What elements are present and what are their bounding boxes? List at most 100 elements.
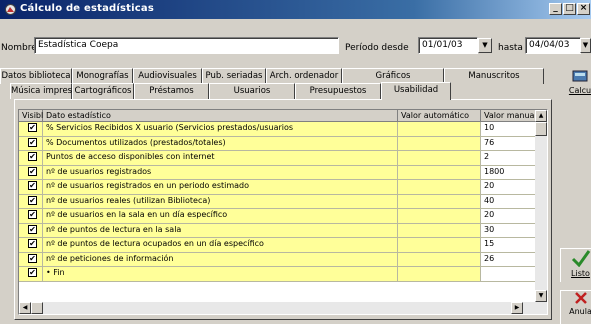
scroll-down-button[interactable]: ▼: [535, 290, 547, 302]
tab-monografias[interactable]: Monografías: [72, 68, 133, 84]
horizontal-scrollbar[interactable]: ◀ ▶: [19, 302, 537, 314]
visible-cell[interactable]: ✔: [19, 252, 43, 267]
close-button[interactable]: ×: [577, 3, 590, 15]
maximize-button[interactable]: □: [563, 3, 576, 15]
tab-presupuestos[interactable]: Presupuestos: [295, 83, 381, 99]
visible-checkbox[interactable]: ✔: [28, 152, 37, 161]
visible-cell[interactable]: ✔: [19, 165, 43, 180]
anular-button[interactable]: Anula: [560, 290, 591, 324]
tab-manuscritos[interactable]: Manuscritos: [444, 68, 544, 84]
dato-cell[interactable]: % Servicios Recibidos X usuario (Servici…: [43, 122, 398, 137]
dato-cell[interactable]: % Documentos utilizados (prestados/total…: [43, 136, 398, 151]
column-header-visible[interactable]: Visible: [19, 110, 48, 122]
visible-cell[interactable]: ✔: [19, 223, 43, 238]
valor-automatico-cell[interactable]: [398, 238, 481, 253]
dato-cell[interactable]: • Fin: [43, 267, 398, 282]
visible-cell[interactable]: ✔: [19, 136, 43, 151]
vertical-scrollbar[interactable]: ▲ ▼: [535, 110, 547, 314]
visible-checkbox[interactable]: ✔: [28, 181, 37, 190]
visible-cell[interactable]: ✔: [19, 180, 43, 195]
visible-cell[interactable]: ✔: [19, 209, 43, 224]
tab-audiovisuales[interactable]: Audiovisuales: [133, 68, 202, 84]
table-row[interactable]: ✔ • Fin: [19, 267, 537, 282]
valor-manual-cell[interactable]: 26: [481, 252, 537, 267]
valor-automatico-cell[interactable]: [398, 252, 481, 267]
visible-cell[interactable]: ✔: [19, 238, 43, 253]
desde-date-field[interactable]: 01/01/03: [418, 37, 478, 54]
tab-musica-impresa[interactable]: Música impresa: [10, 83, 77, 99]
dato-cell[interactable]: nº de usuarios en la sala en un día espe…: [43, 209, 398, 224]
valor-manual-cell[interactable]: 10: [481, 122, 537, 137]
valor-automatico-cell[interactable]: [398, 136, 481, 151]
tab-prestamos[interactable]: Préstamos: [134, 83, 209, 99]
valor-manual-cell[interactable]: 76: [481, 136, 537, 151]
desde-dropdown-button[interactable]: ▼: [478, 38, 492, 53]
table-row[interactable]: ✔ nº de usuarios registrados en un period…: [19, 180, 537, 195]
minimize-button[interactable]: _: [549, 3, 562, 15]
scroll-left-button[interactable]: ◀: [19, 302, 31, 314]
hscroll-thumb[interactable]: [31, 302, 43, 314]
visible-checkbox[interactable]: ✔: [28, 166, 37, 176]
valor-manual-cell[interactable]: 2: [481, 151, 537, 166]
valor-manual-cell[interactable]: 30: [481, 223, 537, 238]
dato-cell[interactable]: Puntos de acceso disponibles con interne…: [43, 151, 398, 166]
scroll-up-button[interactable]: ▲: [535, 110, 547, 122]
visible-checkbox[interactable]: ✔: [28, 239, 37, 248]
visible-cell[interactable]: ✔: [19, 267, 43, 282]
table-row[interactable]: ✔ nº de puntos de lectura en la sala 30: [19, 223, 537, 238]
column-header-valor-manual[interactable]: Valor manual: [481, 110, 537, 122]
visible-checkbox[interactable]: ✔: [28, 210, 37, 219]
tab-arch-ordenador[interactable]: Arch. ordenador: [266, 68, 342, 84]
table-row[interactable]: ✔ nº de usuarios reales (utilizan Bibliot…: [19, 194, 537, 209]
visible-cell[interactable]: ✔: [19, 194, 43, 209]
table-row[interactable]: ✔ Puntos de acceso disponibles con intern…: [19, 151, 537, 166]
scroll-thumb[interactable]: [535, 122, 547, 136]
tab-usuarios[interactable]: Usuarios: [209, 83, 295, 99]
dato-cell[interactable]: nº de usuarios reales (utilizan Bibliote…: [43, 194, 398, 209]
dato-cell[interactable]: nº de usuarios registrados en un periodo…: [43, 180, 398, 195]
dato-cell[interactable]: nº de puntos de lectura ocupados en un d…: [43, 238, 398, 253]
table-row[interactable]: ✔ nº de peticiones de información 26: [19, 252, 537, 267]
valor-automatico-cell[interactable]: [398, 267, 481, 282]
nombre-input[interactable]: Estadística Coepa: [34, 37, 339, 54]
column-header-dato[interactable]: Dato estadístico: [43, 110, 398, 122]
valor-manual-cell[interactable]: 1800: [481, 165, 537, 180]
hasta-date-field[interactable]: 04/04/03: [525, 37, 581, 54]
valor-automatico-cell[interactable]: [398, 151, 481, 166]
valor-automatico-cell[interactable]: [398, 180, 481, 195]
table-row[interactable]: ✔ % Documentos utilizados (prestados/tota…: [19, 136, 537, 151]
visible-checkbox[interactable]: ✔: [28, 123, 37, 132]
valor-manual-cell[interactable]: 20: [481, 209, 537, 224]
dato-cell[interactable]: nº de puntos de lectura en la sala: [43, 223, 398, 238]
dato-cell[interactable]: nº de usuarios registrados: [43, 165, 398, 180]
tab-usabilidad[interactable]: Usabilidad: [381, 82, 451, 100]
valor-manual-cell[interactable]: 20: [481, 180, 537, 195]
tab-datos-biblioteca[interactable]: Datos biblioteca: [0, 68, 72, 84]
tab-cartograficos[interactable]: Cartográficos: [72, 83, 134, 99]
table-row[interactable]: ✔ nº de puntos de lectura ocupados en un …: [19, 238, 537, 253]
tab-pub-seriadas[interactable]: Pub. seriadas: [202, 68, 266, 84]
valor-automatico-cell[interactable]: [398, 165, 481, 180]
valor-manual-cell[interactable]: 40: [481, 194, 537, 209]
valor-manual-cell[interactable]: [481, 267, 537, 282]
visible-checkbox[interactable]: ✔: [28, 224, 37, 234]
visible-cell[interactable]: ✔: [19, 122, 43, 137]
visible-checkbox[interactable]: ✔: [28, 253, 37, 263]
table-row[interactable]: ✔ nº de usuarios en la sala en un día esp…: [19, 209, 537, 224]
listo-button[interactable]: Listo: [560, 248, 591, 282]
visible-cell[interactable]: ✔: [19, 151, 43, 166]
scroll-right-button[interactable]: ▶: [511, 302, 523, 314]
valor-automatico-cell[interactable]: [398, 194, 481, 209]
valor-automatico-cell[interactable]: [398, 223, 481, 238]
valor-manual-cell[interactable]: 15: [481, 238, 537, 253]
visible-checkbox[interactable]: ✔: [28, 137, 37, 147]
valor-automatico-cell[interactable]: [398, 122, 481, 137]
table-row[interactable]: ✔ nº de usuarios registrados 1800: [19, 165, 537, 180]
hasta-dropdown-button[interactable]: ▼: [580, 38, 591, 53]
table-row[interactable]: ✔ % Servicios Recibidos X usuario (Servic…: [19, 122, 537, 137]
valor-automatico-cell[interactable]: [398, 209, 481, 224]
column-header-valor-automatico[interactable]: Valor automático: [398, 110, 481, 122]
visible-checkbox[interactable]: ✔: [28, 268, 37, 277]
dato-cell[interactable]: nº de peticiones de información: [43, 252, 398, 267]
visible-checkbox[interactable]: ✔: [28, 195, 37, 205]
